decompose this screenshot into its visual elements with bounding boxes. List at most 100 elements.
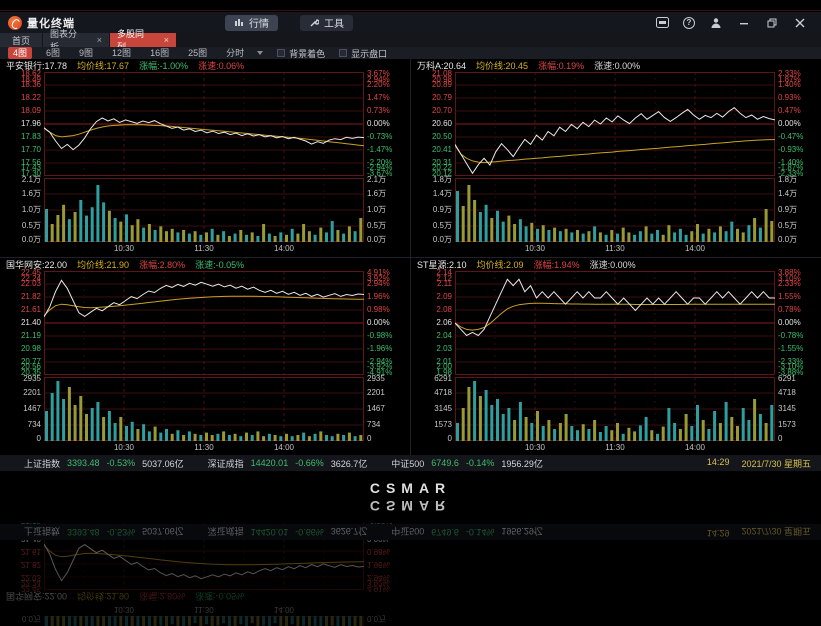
volume-axis-label: 2201 xyxy=(1,389,41,397)
volume-plot[interactable] xyxy=(455,377,775,441)
percent-axis-label: 0.47% xyxy=(778,107,801,115)
close-icon[interactable] xyxy=(793,16,807,30)
index-change: -0.14% xyxy=(466,458,495,468)
volume-axis-label: 2201 xyxy=(367,389,385,397)
screen: 量化终端 行情 工具 ? xyxy=(0,0,821,626)
layout-4-button[interactable]: 4图 xyxy=(8,47,32,59)
chart-panel-2: 国华网安:22.00均价线:21.90涨幅:2.80%涨速:-0.05%22.4… xyxy=(0,523,821,603)
volume-axis-label: 1.4万 xyxy=(778,190,797,198)
volume-axis-label: 0.0万 xyxy=(1,614,41,622)
price-plot[interactable] xyxy=(44,271,364,375)
price-axis-label: 21.40 xyxy=(1,319,41,327)
volume-axis-label: 0.5万 xyxy=(1,222,41,230)
layout-6-button[interactable]: 6图 xyxy=(41,47,65,59)
volume-plot[interactable] xyxy=(44,178,364,242)
index-csi500[interactable]: 中证500 6749.6 -0.14% 1956.29亿 xyxy=(391,457,543,470)
checkbox-icon[interactable] xyxy=(277,49,285,57)
percent-axis-label: 1.47% xyxy=(367,94,390,102)
checkbox-background-shading[interactable]: 背景着色 xyxy=(277,47,325,60)
time-axis-label: 11:30 xyxy=(194,605,213,614)
checkbox-icon[interactable] xyxy=(339,49,347,57)
price-axis-label: 21.82 xyxy=(1,560,41,568)
maximize-restore-icon[interactable] xyxy=(765,16,779,30)
time-axis-label: 11:30 xyxy=(605,443,624,452)
layout-25-button[interactable]: 25图 xyxy=(183,47,212,59)
change-speed-label: 涨速:0.06% xyxy=(198,59,244,72)
tab-close-icon[interactable]: × xyxy=(97,36,102,45)
period-intraday-button[interactable]: 分时 xyxy=(221,47,249,59)
volume-axis-label: 0.0万 xyxy=(412,236,452,244)
volume-axis-label: 0.5万 xyxy=(412,222,452,230)
time-axis-label: 14:00 xyxy=(274,244,294,253)
volume-axis-label: 1467 xyxy=(1,405,41,413)
time-axis-label: 14:00 xyxy=(685,244,705,253)
price-plot[interactable] xyxy=(455,271,775,375)
price-axis-label: 18.36 xyxy=(1,81,41,89)
help-icon[interactable]: ? xyxy=(683,17,695,29)
volume-axis-label: 0.0万 xyxy=(367,236,386,244)
volume-axis-label: 0.5万 xyxy=(778,222,797,230)
app-reflection-clone: 量化终端 行情 工具 ? xyxy=(0,523,821,626)
layout-16-button[interactable]: 16图 xyxy=(145,47,174,59)
index-shanghai[interactable]: 上证指数 3393.48 -0.53% 5037.06亿 xyxy=(24,457,184,470)
chart-header: 国华网安:22.00均价线:21.90涨幅:2.80%涨速:-0.05% xyxy=(0,590,821,603)
volume-axis-label: 1.6万 xyxy=(1,190,41,198)
layout-9-button[interactable]: 9图 xyxy=(74,47,98,59)
volume-axis-label: 0 xyxy=(412,435,452,443)
percent-axis-label: 0.98% xyxy=(367,306,390,314)
time-axis-label: 10:30 xyxy=(525,443,545,452)
app-reflection: 量化终端 行情 工具 ? xyxy=(0,523,821,626)
volume-axis-label: 0.5万 xyxy=(367,222,386,230)
chart-panel-0[interactable]: 平安银行:17.78均价线:17.67涨幅:-1.00%涨速:0.06%18.6… xyxy=(0,59,410,257)
volume-plot[interactable] xyxy=(455,178,775,242)
window-controls: ? xyxy=(655,16,821,30)
percent-axis-label: -1.96% xyxy=(367,345,392,353)
chart-panel-3[interactable]: ST星源:2.10均价线:2.09涨幅:1.94%涨速:0.00%2.142.1… xyxy=(411,258,821,456)
tab-home-label: 首页 xyxy=(12,34,30,47)
minimize-icon[interactable] xyxy=(737,16,751,30)
change-percent-label: 涨幅:2.80% xyxy=(139,258,185,271)
menu-tools-label: 工具 xyxy=(324,15,344,30)
clock: 14:29 2021/7/30 星期五 xyxy=(707,457,821,470)
csmar-watermark-reflection: CSMAR xyxy=(0,498,821,514)
price-axis-label: 2.08 xyxy=(412,306,452,314)
price-plot[interactable] xyxy=(44,72,364,176)
index-change: -0.14% xyxy=(466,527,495,537)
price-axis-label: 17.70 xyxy=(1,146,41,154)
price-axis-label: 20.41 xyxy=(412,146,452,154)
volume-plot[interactable] xyxy=(44,377,364,441)
stock-name-price: 国华网安:22.00 xyxy=(6,590,67,603)
volume-axis-label: 1467 xyxy=(367,405,385,413)
checkbox-show-orderbook[interactable]: 显示盘口 xyxy=(339,47,387,60)
volume-axis-label: 2.1万 xyxy=(1,176,41,184)
checkbox-background-label: 背景着色 xyxy=(289,47,325,60)
price-axis-label: 2.04 xyxy=(412,332,452,340)
menu-market[interactable]: 行情 xyxy=(225,15,278,31)
layout-12-button[interactable]: 12图 xyxy=(107,47,136,59)
index-turnover: 1956.29亿 xyxy=(501,457,543,470)
chevron-down-icon[interactable] xyxy=(257,51,263,55)
chart-panel-2[interactable]: 国华网安:22.00均价线:21.90涨幅:2.80%涨速:-0.05%22.4… xyxy=(0,258,410,456)
status-bar: 上证指数 3393.48 -0.53% 5037.06亿 深证成指 14420.… xyxy=(0,524,821,540)
tab-close-icon[interactable]: × xyxy=(164,36,169,45)
volume-axis-label: 1.8万 xyxy=(412,176,452,184)
volume-axis-label: 0.0万 xyxy=(367,614,386,622)
percent-axis-label: -0.93% xyxy=(778,146,803,154)
price-axis-label: 22.24 xyxy=(1,578,41,586)
tab-home[interactable]: 首页 xyxy=(0,33,42,47)
screen-share-icon[interactable] xyxy=(655,16,669,30)
price-axis-label: 20.79 xyxy=(412,94,452,102)
chart-panel-1[interactable]: 万科A:20.64均价线:20.45涨幅:0.19%涨速:0.00%21.082… xyxy=(411,59,821,257)
index-shenzhen[interactable]: 深证成指 14420.01 -0.66% 3626.7亿 xyxy=(208,457,368,470)
time-axis-label: 14:00 xyxy=(274,605,294,614)
volume-axis-label: 0.9万 xyxy=(412,206,452,214)
volume-axis-label: 0.9万 xyxy=(778,206,797,214)
tab-multi-stock[interactable]: 多股同列 × xyxy=(110,33,176,47)
tab-chart-analysis[interactable]: 图表分析 × xyxy=(43,33,109,47)
price-axis-label: 18.22 xyxy=(1,94,41,102)
menu-tools[interactable]: 工具 xyxy=(300,15,353,31)
average-price-label: 均价线:21.90 xyxy=(77,590,129,603)
user-icon[interactable] xyxy=(709,16,723,30)
percent-axis-label: -0.73% xyxy=(367,133,392,141)
price-plot[interactable] xyxy=(455,72,775,176)
